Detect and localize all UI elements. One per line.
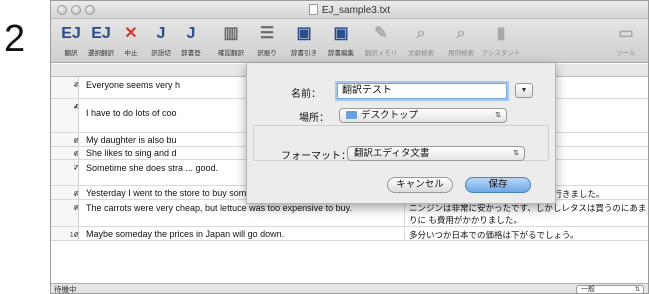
window-title: EJ_sample3.txt (51, 4, 648, 16)
dictionary-edit-icon: ▣ (333, 25, 349, 42)
table-row[interactable]: 10 ✓ Maybe someday the prices in Japan w… (51, 227, 648, 242)
interlinear-button[interactable]: ☰ 訳振り (247, 23, 287, 57)
name-field[interactable]: 翻訳テスト (337, 83, 507, 99)
target-cell[interactable]: 多分いつか日本での価格は下がるでしょう。 (404, 229, 648, 242)
cancel-button[interactable]: キャンセル (387, 177, 453, 193)
domain-select-value: 一般 (581, 286, 595, 293)
format-label: フォーマット： (281, 151, 351, 162)
location-value: デスクトップ (361, 110, 419, 121)
row-checkbox[interactable]: ✓ (73, 136, 80, 145)
confirm-translate-label: 確認翻訳 (218, 50, 244, 57)
updown-arrow-icon: ⇅ (513, 150, 519, 157)
interlinear-icon: ☰ (259, 25, 275, 42)
translation-memory-icon: ✎ (374, 25, 388, 42)
source-cell[interactable]: Maybe someday the prices in Japan will g… (86, 228, 398, 240)
translation-memory-button[interactable]: ✎ 翻訳メモリ (361, 23, 401, 57)
confirm-translate-button[interactable]: ▥ 確認翻訳 (211, 23, 251, 57)
save-dialog: 名前： 翻訳テスト ▼ 場所： デスクトップ ⇅ フォーマット： 翻訳エディタ文書… (246, 63, 556, 204)
dictionary-edit-button[interactable]: ▣ 辞書編集 (321, 23, 361, 57)
example-search-button[interactable]: ⌕ 用例検索 (441, 23, 481, 57)
row-checkbox[interactable]: ✓ (73, 102, 80, 111)
row-checkbox[interactable]: ✓ (73, 230, 80, 239)
app-window: EJ_sample3.txt EJ 翻訳 EJ 選択翻訳 ✕ 中止 J 訳語切 J 辞書登… (50, 0, 649, 294)
dictionary-lookup-label: 辞書引き (291, 50, 317, 57)
window-title-text: EJ_sample3.txt (321, 5, 391, 16)
example-search-icon: ⌕ (456, 25, 466, 42)
literature-search-label: 文献検索 (408, 50, 434, 57)
assistant-button[interactable]: ▮ アシスタント (481, 23, 521, 57)
tools-icon: ▭ (618, 25, 634, 42)
row-checkbox[interactable]: ✓ (73, 149, 80, 158)
step-number: 2 (4, 18, 26, 60)
domain-select[interactable]: 一般 ⇅ (576, 285, 644, 293)
updown-arrow-icon: ⇅ (634, 287, 640, 293)
title-bar: EJ_sample3.txt (51, 1, 648, 19)
tools-label: ツール (616, 50, 636, 57)
dictionary-lookup-button[interactable]: ▣ 辞書引き (284, 23, 324, 57)
translation-memory-label: 翻訳メモリ (364, 50, 398, 57)
format-value: 翻訳エディタ文書 (354, 148, 430, 159)
location-popup[interactable]: デスクトップ ⇅ (339, 108, 507, 123)
target-cell[interactable]: ニンジンは非常に安かったです、しかしレタスは買うのにあまりに も費用がかかりまし… (404, 202, 648, 228)
status-bar: 待機中 一般 ⇅ (51, 283, 648, 294)
literature-search-button[interactable]: ⌕ 文献検索 (401, 23, 441, 57)
literature-search-icon: ⌕ (416, 25, 426, 42)
table-row[interactable]: 9 ✓ The carrots were very cheap, but let… (51, 200, 648, 228)
assistant-label: アシスタント (481, 50, 521, 57)
row-checkbox[interactable]: ✓ (73, 203, 80, 212)
row-checkbox[interactable]: ✓ (73, 163, 80, 172)
tools-button[interactable]: ▭ ツール (606, 23, 646, 57)
status-text: 待機中 (54, 285, 77, 294)
dictionary-register-button[interactable]: J 辞書登 (171, 23, 211, 57)
name-label: 名前： (291, 89, 321, 100)
document-icon (308, 4, 318, 15)
format-popup[interactable]: 翻訳エディタ文書 ⇅ (347, 146, 525, 161)
interlinear-label: 訳振り (257, 50, 277, 57)
save-button[interactable]: 保存 (465, 177, 531, 193)
confirm-translate-icon: ▥ (223, 25, 239, 42)
row-checkbox[interactable]: ✓ (73, 189, 80, 198)
assistant-icon: ▮ (496, 25, 506, 42)
updown-arrow-icon: ⇅ (495, 112, 501, 119)
folder-icon (346, 111, 357, 119)
dictionary-edit-label: 辞書編集 (328, 50, 354, 57)
toolbar: EJ 翻訳 EJ 選択翻訳 ✕ 中止 J 訳語切 J 辞書登 ▥ 確認翻訳 ☰ 訳振り ▣ 辞書… (51, 19, 648, 63)
location-label: 場所： (299, 113, 329, 124)
dictionary-register-label: 辞書登 (181, 50, 201, 57)
example-search-label: 用例検索 (448, 50, 474, 57)
dictionary-register-icon: J (186, 25, 196, 42)
row-checkbox[interactable]: ✓ (73, 80, 80, 89)
dictionary-lookup-icon: ▣ (296, 25, 312, 42)
expand-dialog-button[interactable]: ▼ (515, 83, 533, 98)
